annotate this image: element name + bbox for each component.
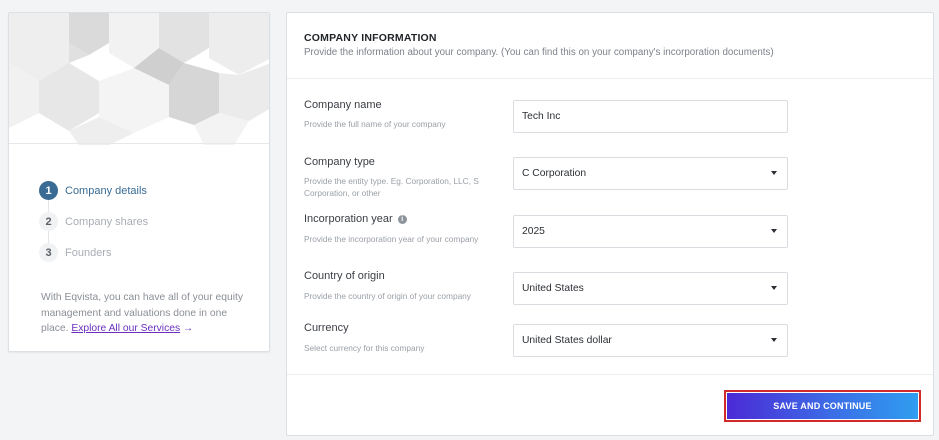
company-type-label: Company type bbox=[304, 156, 375, 168]
save-button-label: SAVE AND CONTINUE bbox=[727, 393, 918, 419]
currency-select[interactable]: United States dollar bbox=[513, 324, 788, 357]
step-label: Company details bbox=[65, 184, 147, 197]
step-founders[interactable]: 3 Founders bbox=[39, 237, 249, 268]
geometric-pattern-graphic bbox=[9, 13, 269, 145]
country-label: Country of origin bbox=[304, 270, 385, 282]
company-name-value: Tech Inc bbox=[522, 111, 561, 122]
incorporation-year-help: Provide the incorporation year of your c… bbox=[304, 234, 479, 244]
hero-divider bbox=[9, 143, 269, 144]
company-type-help: Provide the entity type. Eg. Corporation… bbox=[304, 176, 479, 198]
country-value: United States bbox=[522, 283, 584, 294]
currency-help: Select currency for this company bbox=[304, 343, 425, 353]
currency-label: Currency bbox=[304, 322, 349, 334]
company-name-help: Provide the full name of your company bbox=[304, 119, 446, 129]
caret-down-icon bbox=[771, 338, 777, 342]
decorative-hero-image bbox=[9, 13, 269, 145]
caret-down-icon bbox=[771, 286, 777, 290]
caret-down-icon bbox=[771, 229, 777, 233]
incorporation-year-select[interactable]: 2025 bbox=[513, 215, 788, 248]
step-label: Founders bbox=[65, 246, 112, 259]
company-name-input[interactable]: Tech Inc bbox=[513, 100, 788, 133]
step-number: 3 bbox=[39, 243, 58, 262]
form-subtitle: Provide the information about your compa… bbox=[304, 47, 774, 58]
form-header: COMPANY INFORMATION Provide the informat… bbox=[287, 13, 933, 79]
step-company-details[interactable]: 1 Company details bbox=[39, 175, 249, 206]
country-select[interactable]: United States bbox=[513, 272, 788, 305]
explore-services-link[interactable]: Explore All our Services bbox=[71, 323, 180, 334]
step-number: 2 bbox=[39, 212, 58, 231]
progress-sidebar: 1 Company details 2 Company shares 3 Fou… bbox=[8, 12, 270, 352]
footer-divider bbox=[287, 374, 933, 375]
save-and-continue-button[interactable]: SAVE AND CONTINUE bbox=[724, 390, 921, 422]
promo-text-block: With Eqvista, you can have all of your e… bbox=[41, 290, 253, 337]
incorporation-year-label-row: Incorporation year i bbox=[304, 213, 407, 225]
caret-down-icon bbox=[771, 171, 777, 175]
company-type-select[interactable]: C Corporation bbox=[513, 157, 788, 190]
step-label: Company shares bbox=[65, 215, 149, 228]
incorporation-year-label: Incorporation year bbox=[304, 213, 393, 225]
company-information-form: COMPANY INFORMATION Provide the informat… bbox=[286, 12, 934, 436]
step-company-shares[interactable]: 2 Company shares bbox=[39, 206, 249, 237]
currency-value: United States dollar bbox=[522, 335, 612, 346]
incorporation-year-value: 2025 bbox=[522, 226, 545, 237]
form-title: COMPANY INFORMATION bbox=[304, 32, 437, 44]
country-help: Provide the country of origin of your co… bbox=[304, 291, 471, 301]
step-number: 1 bbox=[39, 181, 58, 200]
info-icon[interactable]: i bbox=[397, 214, 407, 224]
company-name-label: Company name bbox=[304, 99, 382, 111]
arrow-right-icon: → bbox=[183, 323, 194, 334]
company-type-value: C Corporation bbox=[522, 168, 587, 179]
step-list: 1 Company details 2 Company shares 3 Fou… bbox=[39, 175, 249, 268]
